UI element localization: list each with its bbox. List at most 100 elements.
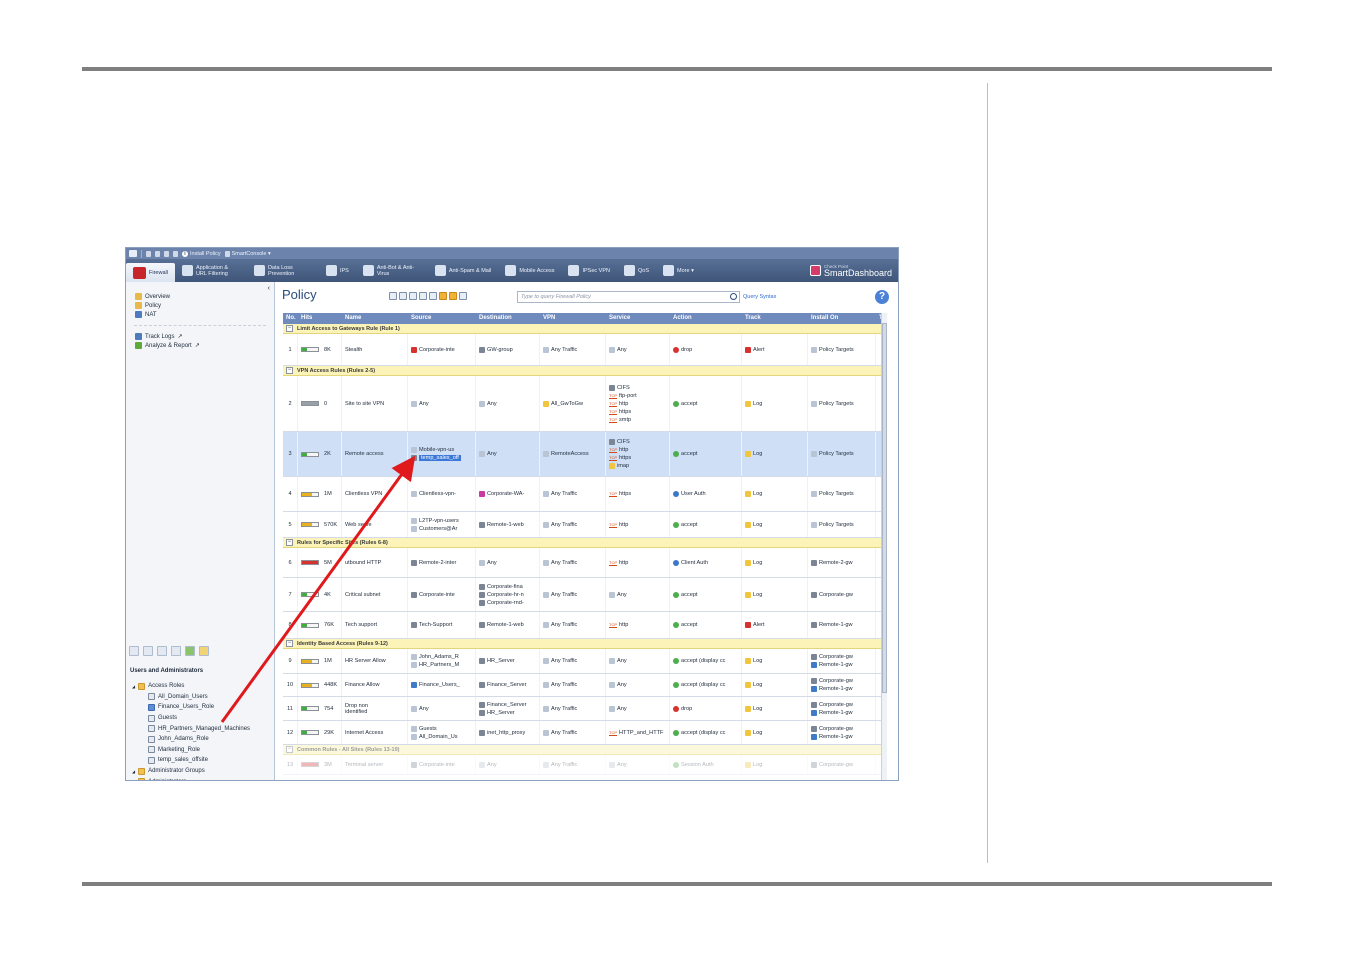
action-cell[interactable]: drop [670,334,742,365]
column-header-vpn[interactable]: VPN [540,313,606,324]
destination-item[interactable]: Finance_Server [479,701,536,709]
source-item[interactable]: temp_sales_off [411,454,472,462]
rule-row[interactable]: 3 2K Remote access Mobile-vpn-us temp_sales_… [283,432,887,477]
action-item[interactable]: accept [673,621,738,629]
service-item[interactable]: TCP http [609,400,666,408]
install-on-cell[interactable]: Policy Targets [808,512,876,537]
service-item[interactable]: TCP smtp [609,416,666,424]
rule-name[interactable]: Internet Access [342,721,408,744]
rule-name[interactable]: utbound HTTP [342,548,408,577]
install-on-item[interactable]: Remote-1-gw [811,685,872,693]
install-on-item[interactable]: Corporate-gw [811,701,872,709]
destination-item[interactable]: Remote-1-web [479,521,536,529]
destination-cell[interactable]: Corporate-WA- [476,477,540,511]
column-header-hits[interactable]: Hits [298,313,342,324]
source-item[interactable]: Any [411,400,472,408]
install-on-item[interactable]: Policy Targets [811,490,872,498]
rule-row[interactable]: 11 754 Drop non identified Any Finance_Serve… [283,697,887,721]
destination-item[interactable]: Corporate-WA- [479,490,536,498]
install-on-cell[interactable]: Remote-2-gw [808,548,876,577]
track-item[interactable]: Alert [745,621,804,629]
destination-item[interactable]: Corporate-rnd- [479,599,536,607]
track-item[interactable]: Log [745,559,804,567]
track-item[interactable]: Log [745,705,804,713]
destination-item[interactable]: Any [479,400,536,408]
vpn-item[interactable]: Any Traffic [543,346,602,354]
destination-item[interactable]: Any [479,761,536,769]
action-item[interactable]: accept (display cc [673,729,738,737]
tab-application-url-filtering[interactable]: Application & URL Filtering [175,259,247,282]
destination-cell[interactable]: GW-group [476,334,540,365]
destination-item[interactable]: HR_Server [479,709,536,717]
add-section-below-icon[interactable] [449,292,457,300]
track-cell[interactable]: Log [742,755,808,774]
install-on-item[interactable]: Policy Targets [811,400,872,408]
service-item[interactable]: Any [609,761,666,769]
track-cell[interactable]: Log [742,548,808,577]
source-cell[interactable]: Guests All_Domain_Us [408,721,476,744]
install-on-item[interactable]: Remote-1-gw [811,733,872,741]
vpn-cell[interactable]: Any Traffic [540,548,606,577]
source-item[interactable]: Guests [411,725,472,733]
source-cell[interactable]: Corporate-inte [408,578,476,611]
install-on-cell[interactable]: Corporate-gw Remote-1-gw [808,697,876,720]
source-cell[interactable]: Clientless-vpn- [408,477,476,511]
track-cell[interactable]: Alert [742,612,808,638]
destination-cell[interactable]: Remote-1-web [476,512,540,537]
tree-item-guests[interactable]: Guests [130,713,275,724]
search-icon[interactable] [730,293,737,300]
column-header-service[interactable]: Service [606,313,670,324]
destination-item[interactable]: Any [479,450,536,458]
tab-qos[interactable]: QoS [617,259,656,282]
source-cell[interactable]: L2TP-vpn-users Customers@Ar [408,512,476,537]
install-on-cell[interactable]: Policy Targets [808,477,876,511]
install-on-cell[interactable]: Corporate-gw Remote-1-gw [808,649,876,673]
vpn-cell[interactable]: Any Traffic [540,612,606,638]
source-item[interactable]: Clientless-vpn- [411,490,472,498]
action-item[interactable]: accept (display cc [673,681,738,689]
tree-expander-icon[interactable]: ◢ [132,769,135,774]
action-cell[interactable]: accept [670,376,742,431]
save-icon[interactable] [146,250,151,257]
tree-item-finance-users-role[interactable]: Finance_Users_Role [130,702,275,713]
source-cell[interactable]: Mobile-vpn-us temp_sales_off [408,432,476,476]
collapse-section-icon[interactable]: − [286,539,293,546]
collapse-section-icon[interactable]: − [286,746,293,753]
collapse-section-icon[interactable]: − [286,640,293,647]
rule-row[interactable]: 13 3M Terminal server Corporate-inte Any Any … [283,755,887,775]
install-on-item[interactable]: Corporate-gw [811,725,872,733]
source-item[interactable]: Corporate-inte [411,761,472,769]
destination-item[interactable]: Any [479,559,536,567]
rule-name[interactable]: HR Server Allow [342,649,408,673]
install-on-cell[interactable]: Corporate-gw Remote-1-gw [808,721,876,744]
install-on-cell[interactable]: Corporate-gw [808,578,876,611]
destination-cell[interactable]: Any [476,432,540,476]
vpn-cell[interactable]: Any Traffic [540,578,606,611]
action-cell[interactable]: accept [670,612,742,638]
service-cell[interactable]: CIFS TCP http TCP https imap [606,432,670,476]
track-item[interactable]: Log [745,761,804,769]
section-header[interactable]: − Identity Based Access (Rules 9-12) [283,639,887,649]
action-cell[interactable]: drop [670,697,742,720]
source-cell[interactable]: John_Adams_R HR_Partners_M [408,649,476,673]
rule-row[interactable]: 4 1M Clientless VPN Clientless-vpn- Corporat… [283,477,887,512]
vpn-cell[interactable]: Any Traffic [540,697,606,720]
column-header-destination[interactable]: Destination [476,313,540,324]
track-item[interactable]: Log [745,729,804,737]
source-cell[interactable]: Any [408,376,476,431]
action-cell[interactable]: accept [670,578,742,611]
action-item[interactable]: Client Auth [673,559,738,567]
service-item[interactable]: Any [609,591,666,599]
vpn-item[interactable]: Any Traffic [543,657,602,665]
service-cell[interactable]: TCP http [606,548,670,577]
track-item[interactable]: Log [745,521,804,529]
track-item[interactable]: Log [745,681,804,689]
grid-scrollbar[interactable] [881,313,887,780]
install-on-cell[interactable]: Remote-1-gw [808,612,876,638]
vpn-item[interactable]: All_GwToGw [543,400,602,408]
add-rule-top-icon[interactable] [409,292,417,300]
column-header-name[interactable]: Name [342,313,408,324]
rule-row[interactable]: 12 29K Internet Access Guests All_Domain_Us i… [283,721,887,745]
action-item[interactable]: drop [673,346,738,354]
track-cell[interactable]: Log [742,674,808,696]
